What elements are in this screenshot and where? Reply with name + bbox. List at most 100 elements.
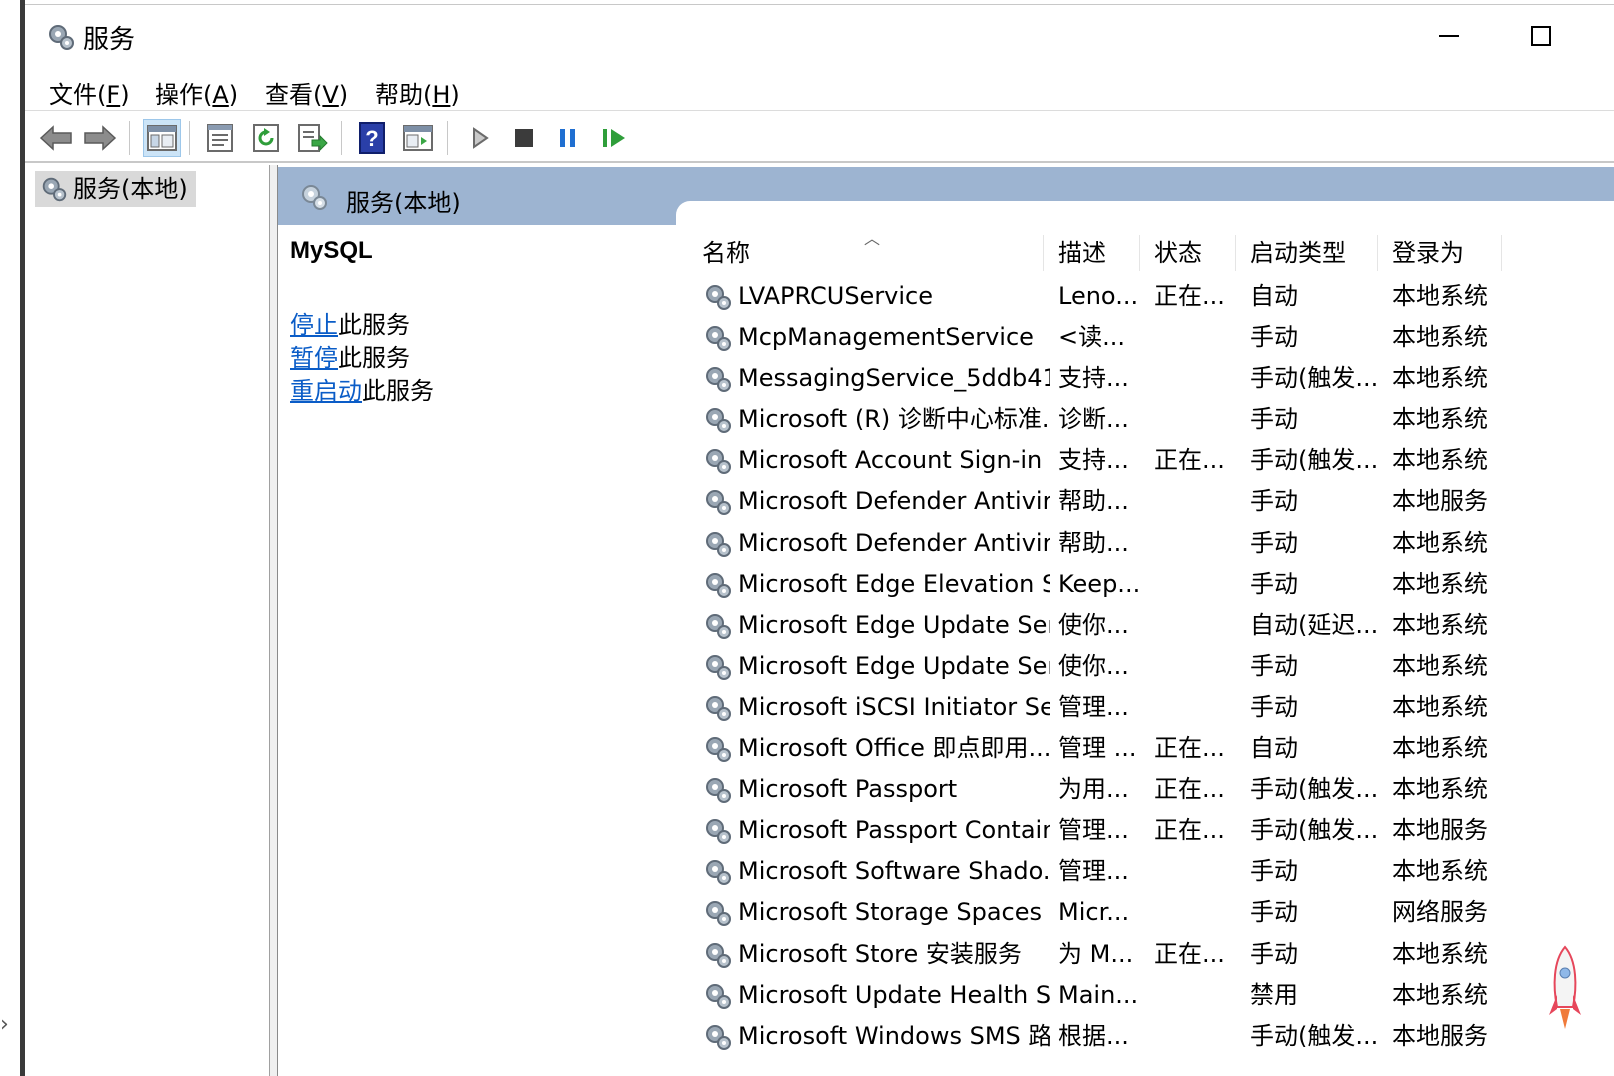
menu-action-accel: A — [212, 81, 229, 109]
resume-service-button[interactable] — [595, 119, 633, 157]
table-row[interactable]: Microsoft iSCSI Initiator Ser... 管理... 手动 本… — [688, 687, 1614, 728]
menu-file-end: ) — [120, 81, 130, 109]
cell-status: 正在... — [1154, 282, 1225, 310]
menu-view-accel: V — [322, 81, 339, 109]
cell-desc: 为用... — [1058, 775, 1129, 804]
table-row[interactable]: Microsoft Store 安装服务 为 M... 正在... 手动 本地系统 — [688, 934, 1614, 975]
refresh-icon — [253, 124, 279, 152]
table-row[interactable]: LVAPRCUService Leno... 正在... 自动 本地系统 — [688, 276, 1614, 317]
cell-status: 正在... — [1154, 775, 1225, 804]
menu-file-accel: F — [106, 81, 121, 109]
column-header-description[interactable]: 描述 — [1044, 235, 1140, 271]
cell-startup: 手动 — [1250, 405, 1298, 434]
table-row[interactable]: Microsoft Edge Update Ser... 使你... 手动 本地系统 — [688, 646, 1614, 687]
pane-splitter[interactable] — [270, 165, 278, 1076]
menu-view[interactable]: 查看(V) — [261, 73, 352, 112]
table-row[interactable]: Microsoft Update Health S... Main... 禁用 本地系… — [688, 975, 1614, 1016]
cell-logon: 本地系统 — [1392, 364, 1488, 393]
show-hide-action-pane-button[interactable] — [399, 119, 437, 157]
column-header-name[interactable]: 名称 — [688, 235, 1044, 271]
cell-status — [1154, 975, 1238, 1016]
service-gear-icon — [706, 285, 731, 310]
cell-startup: 手动(触发... — [1250, 816, 1379, 845]
table-row[interactable]: Microsoft Storage Spaces S... Micr... 手动 网络… — [688, 892, 1614, 933]
cell-name: Microsoft Office 即点即用... — [738, 734, 1050, 763]
rocket-icon[interactable] — [1545, 945, 1585, 1035]
cell-logon: 本地服务 — [1392, 816, 1488, 845]
pause-service-button[interactable] — [549, 119, 587, 157]
cell-status: 正在... — [1154, 816, 1225, 845]
table-row[interactable]: Microsoft Defender Antivir... 帮助... 手动 本地系统 — [688, 523, 1614, 564]
services-gear-icon — [49, 25, 74, 50]
pause-service-link[interactable]: 暂停 — [290, 344, 338, 372]
restart-service-link[interactable]: 重启动 — [290, 377, 362, 405]
menu-file-label: 文件( — [49, 81, 107, 109]
cell-desc: 管理... — [1058, 816, 1129, 845]
menu-action[interactable]: 操作(A) — [151, 73, 242, 112]
cell-name: Microsoft (R) 诊断中心标准... — [738, 405, 1050, 434]
help-button[interactable]: ? — [353, 119, 391, 157]
table-row[interactable]: MessagingService_5ddb41... 支持... 手动(触发... 本… — [688, 358, 1614, 399]
console-tree-pane: 服务(本地) — [25, 165, 270, 1076]
service-gear-icon — [706, 531, 731, 557]
column-header-log-on-as[interactable]: 登录为 — [1378, 235, 1502, 271]
menu-file[interactable]: 文件(F) — [45, 73, 134, 112]
forward-button[interactable] — [81, 119, 119, 157]
table-row[interactable]: Microsoft Edge Update Ser... 使你... 自动(延迟..… — [688, 605, 1614, 646]
export-list-button[interactable] — [293, 119, 331, 157]
minimize-icon — [1439, 35, 1459, 37]
table-row[interactable]: Microsoft Windows SMS 路... 根据... 手动(触发... 本… — [688, 1016, 1614, 1057]
table-row[interactable]: Microsoft Passport Container 管理... 正在... 手动… — [688, 810, 1614, 851]
cell-logon: 本地系统 — [1392, 734, 1488, 763]
stop-service-link[interactable]: 停止 — [290, 311, 338, 339]
cell-startup: 手动 — [1250, 857, 1298, 886]
forward-icon — [84, 125, 117, 151]
cell-logon: 本地系统 — [1392, 939, 1488, 968]
cell-status — [1154, 523, 1238, 564]
service-gear-icon — [706, 408, 731, 434]
cell-desc: 使你... — [1058, 610, 1129, 639]
column-header-startup-type[interactable]: 启动类型 — [1236, 235, 1378, 271]
menu-help[interactable]: 帮助(H) — [371, 73, 464, 112]
title-bar[interactable]: 服务 — [25, 5, 1614, 65]
tree-item-services-local[interactable]: 服务(本地) — [35, 171, 196, 207]
back-button[interactable] — [37, 119, 75, 157]
start-service-icon — [473, 127, 489, 149]
cell-name: Microsoft Edge Update Ser... — [738, 651, 1050, 680]
table-row[interactable]: Microsoft Office 即点即用... 管理 ... 正在... 自动 本地系… — [688, 728, 1614, 769]
chevron-right-icon[interactable]: › — [0, 1012, 9, 1037]
properties-button[interactable] — [201, 119, 239, 157]
service-actions: 停止此服务 暂停此服务 重启动此服务 — [290, 309, 670, 408]
maximize-button[interactable] — [1517, 13, 1565, 59]
show-hide-action-pane-icon — [403, 125, 433, 151]
table-row[interactable]: McpManagementService <读... 手动 本地系统 — [688, 317, 1614, 358]
cell-logon: 本地系统 — [1392, 857, 1488, 886]
table-row[interactable]: Microsoft Edge Elevation S... Keep... 手动 本地… — [688, 564, 1614, 605]
service-gear-icon — [706, 983, 731, 1009]
service-gear-icon — [706, 737, 731, 763]
table-row[interactable]: Microsoft Passport 为用... 正在... 手动(触发... 本地系统 — [688, 769, 1614, 810]
cell-startup: 手动(触发... — [1250, 775, 1379, 804]
table-row[interactable]: Microsoft Defender Antivir... 帮助... 手动 本地服务 — [688, 481, 1614, 522]
cell-logon: 本地系统 — [1392, 775, 1488, 804]
table-row[interactable]: Microsoft Software Shado... 管理... 手动 本地系统 — [688, 851, 1614, 892]
menu-action-end: ) — [228, 81, 239, 109]
cell-startup: 手动 — [1250, 323, 1298, 352]
start-service-button[interactable] — [461, 119, 499, 157]
stop-service-button[interactable] — [505, 119, 543, 157]
table-row[interactable]: Microsoft Account Sign-in ... 支持... 正在... 手… — [688, 440, 1614, 481]
action-pause-text: 此服务 — [338, 344, 410, 372]
show-hide-console-tree-icon — [147, 125, 177, 151]
show-hide-console-tree-button[interactable] — [143, 119, 181, 157]
selected-service-name: MySQL — [290, 237, 373, 264]
table-row[interactable]: Microsoft (R) 诊断中心标准... 诊断... 手动 本地系统 — [688, 399, 1614, 440]
column-header-status[interactable]: 状态 — [1140, 235, 1236, 271]
service-gear-icon — [706, 1024, 731, 1050]
refresh-button[interactable] — [247, 119, 285, 157]
pause-service-icon — [560, 129, 575, 147]
back-icon — [39, 125, 72, 151]
menu-help-accel: H — [432, 81, 451, 109]
cell-logon: 网络服务 — [1392, 898, 1488, 927]
cell-name: LVAPRCUService — [738, 282, 934, 310]
minimize-button[interactable] — [1425, 13, 1473, 59]
